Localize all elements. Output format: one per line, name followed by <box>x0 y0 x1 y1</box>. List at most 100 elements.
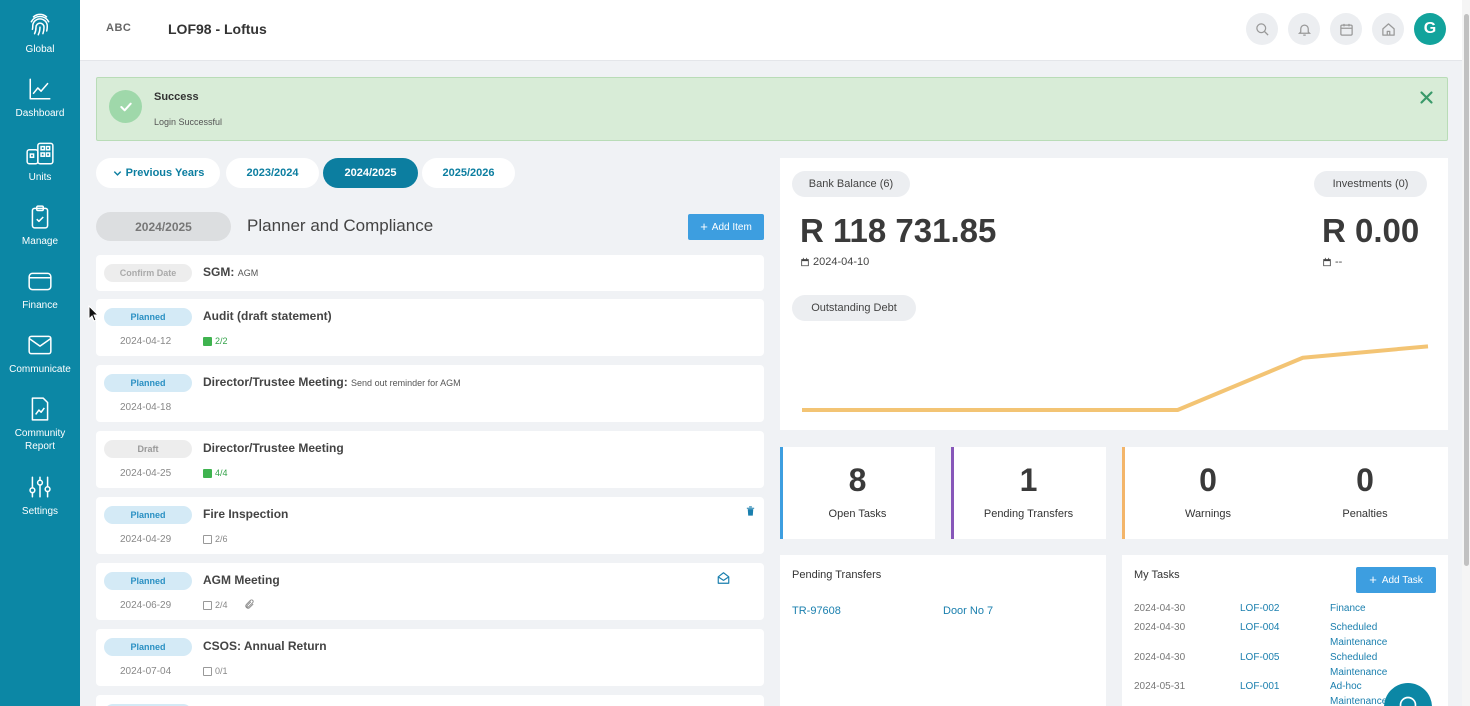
planner-item[interactable]: Planned Audit (draft statement) 2024-04-… <box>96 299 764 356</box>
checklist-count: 4/4 <box>203 468 228 478</box>
sidebar-item-manage[interactable]: Manage <box>0 204 80 248</box>
close-alert-button[interactable] <box>1419 90 1434 108</box>
task-category-link[interactable]: Finance <box>1330 601 1366 616</box>
planner-item[interactable]: Draft Director/Trustee Meeting 2024-04-2… <box>96 431 764 488</box>
chat-button[interactable] <box>1384 683 1432 706</box>
item-title: Director/Trustee Meeting <box>203 441 344 455</box>
outstanding-debt-chart <box>802 344 1429 412</box>
stat-value: 0 <box>1356 462 1374 498</box>
calendar-button[interactable] <box>1330 13 1362 45</box>
planner-item[interactable]: Confirm Date SGM: AGM <box>96 255 764 291</box>
tab-label: Previous Years <box>125 167 205 179</box>
planner-item[interactable] <box>96 695 764 706</box>
planner-item[interactable]: Planned AGM Meeting 2024-06-29 2/4 <box>96 563 764 620</box>
item-title-text: SGM: <box>203 265 235 279</box>
outstanding-debt-tab[interactable]: Outstanding Debt <box>792 295 916 321</box>
stat-label: Warnings <box>1184 508 1232 520</box>
tab-2023-2024[interactable]: 2023/2024 <box>226 158 319 188</box>
checklist-count: 2/6 <box>203 534 228 544</box>
sidebar-item-finance[interactable]: Finance <box>0 268 80 312</box>
sidebar-item-dashboard[interactable]: Dashboard <box>0 76 80 120</box>
add-item-label: Add Item <box>711 221 752 233</box>
task-date: 2024-04-30 <box>1134 652 1186 663</box>
search-button[interactable] <box>1246 13 1278 45</box>
mouse-cursor-icon <box>88 305 99 322</box>
fingerprint-icon <box>30 13 50 36</box>
transfer-ref-link[interactable]: TR-97608 <box>792 605 841 617</box>
item-date: 2024-04-29 <box>120 534 172 545</box>
stat-open-tasks[interactable]: 8 Open Tasks <box>780 447 935 539</box>
sidebar-item-units[interactable]: Units <box>0 140 80 184</box>
planner-item[interactable]: Planned CSOS: Annual Return 2024-07-04 0… <box>96 629 764 686</box>
sidebar-item-community-report[interactable]: Community Report <box>0 396 80 453</box>
debt-trend-line <box>802 344 1429 412</box>
checkbox-icon <box>203 600 212 610</box>
item-title: AGM Meeting <box>203 573 280 587</box>
trash-icon <box>746 506 755 516</box>
notifications-button[interactable] <box>1288 13 1320 45</box>
stat-pending-transfers[interactable]: 1 Pending Transfers <box>951 447 1106 539</box>
tab-previous-years[interactable]: Previous Years <box>96 158 220 188</box>
status-badge: Draft <box>104 440 192 458</box>
planner-item[interactable]: Planned Fire Inspection 2024-04-29 2/6 <box>96 497 764 554</box>
task-category-link[interactable]: Scheduled Maintenance <box>1330 650 1387 680</box>
tab-2024-2025[interactable]: 2024/2025 <box>323 158 418 188</box>
add-task-button[interactable]: + Add Task <box>1356 567 1436 593</box>
date-value: 2024-04-10 <box>813 256 870 268</box>
avatar[interactable]: G <box>1414 13 1446 45</box>
tab-2025-2026[interactable]: 2025/2026 <box>422 158 515 188</box>
home-icon <box>1381 22 1395 36</box>
panel-title: Pending Transfers <box>792 569 882 581</box>
sidebar: Global Dashboard Units Manage Finance Co… <box>0 0 80 706</box>
task-date: 2024-04-30 <box>1134 622 1186 633</box>
calendar-icon <box>801 257 809 267</box>
alert-title: Success <box>154 91 199 103</box>
sidebar-item-label: Manage <box>21 236 59 247</box>
task-id-link[interactable]: LOF-002 <box>1240 603 1279 614</box>
sidebar-item-label: Finance <box>22 300 58 311</box>
chevron-down-icon <box>113 170 121 176</box>
pending-transfers-panel: Pending Transfers TR-97608 Door No 7 <box>780 555 1106 706</box>
sidebar-item-settings[interactable]: Settings <box>0 474 80 518</box>
task-id-link[interactable]: LOF-004 <box>1240 622 1279 633</box>
plus-icon: + <box>1369 572 1377 587</box>
finance-panel: Bank Balance (6) Investments (0) R 118 7… <box>780 158 1448 430</box>
sidebar-item-label: Global <box>25 44 55 55</box>
task-id-link[interactable]: LOF-005 <box>1240 652 1279 663</box>
task-date: 2024-04-30 <box>1134 603 1186 614</box>
add-item-button[interactable]: + Add Item <box>688 214 764 240</box>
bank-balance-tab[interactable]: Bank Balance (6) <box>792 171 910 197</box>
delete-button[interactable] <box>745 505 756 520</box>
checklist-value: 2/6 <box>215 534 228 544</box>
stat-warnings[interactable]: 0 Warnings <box>1122 447 1294 539</box>
category-line: Ad-hoc <box>1330 681 1362 692</box>
task-category-link[interactable]: Scheduled Maintenance <box>1330 620 1387 650</box>
task-id-link[interactable]: LOF-001 <box>1240 681 1279 692</box>
scrollbar-thumb[interactable] <box>1464 14 1469 566</box>
stat-penalties[interactable]: 0 Penalties <box>1294 447 1436 539</box>
sidebar-item-communicate[interactable]: Communicate <box>0 332 80 376</box>
category-line: Finance <box>1330 603 1366 614</box>
sidebar-item-global[interactable]: Global <box>0 12 80 56</box>
checkbox-icon <box>203 534 212 544</box>
transfer-unit-link[interactable]: Door No 7 <box>943 605 993 617</box>
envelope-icon <box>28 335 52 355</box>
calendar-icon <box>1323 257 1331 267</box>
stat-label: Open Tasks <box>828 508 887 520</box>
investments-tab[interactable]: Investments (0) <box>1314 171 1427 197</box>
bell-icon <box>1297 24 1311 36</box>
item-title: Fire Inspection <box>203 507 289 521</box>
checklist-count: 2/2 <box>203 336 228 346</box>
stat-label: Penalties <box>1342 508 1388 520</box>
planner-item[interactable]: Planned Director/Trustee Meeting: Send o… <box>96 365 764 422</box>
open-email-button[interactable] <box>716 571 731 588</box>
task-category-link[interactable]: Ad-hoc Maintenance <box>1330 679 1387 706</box>
checkbox-icon <box>203 666 212 676</box>
chat-icon <box>1399 696 1417 706</box>
stat-value: 0 <box>1199 462 1217 498</box>
top-bar: ABC LOF98 - Loftus G <box>80 0 1462 61</box>
home-button[interactable] <box>1372 13 1404 45</box>
envelope-open-icon <box>717 572 730 584</box>
status-badge: Planned <box>104 374 192 392</box>
stat-warnings-penalties[interactable]: 0 Warnings 0 Penalties <box>1122 447 1448 539</box>
